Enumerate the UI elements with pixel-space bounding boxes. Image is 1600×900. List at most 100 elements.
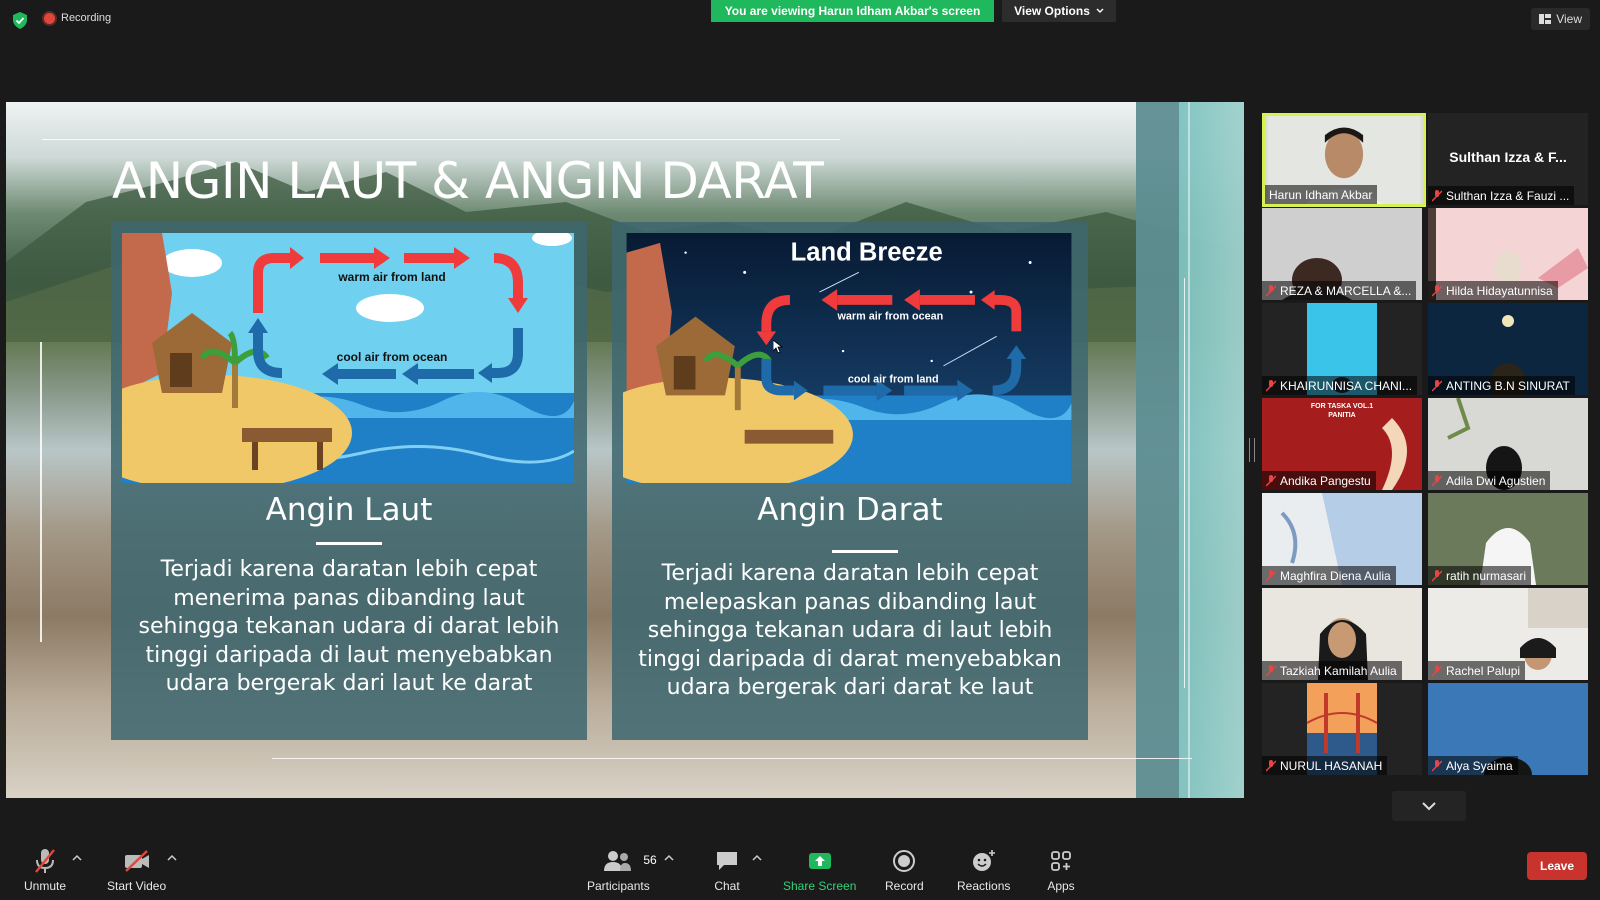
record-dot-icon — [44, 12, 55, 24]
sea-breeze-bottom-label: cool air from ocean — [337, 350, 448, 364]
security-shield-icon[interactable] — [12, 12, 28, 29]
apps-icon — [1046, 848, 1076, 874]
sea-breeze-body: Terjadi karena daratan lebih cepat mener… — [138, 557, 560, 696]
participant-name: Rachel Palupi — [1428, 661, 1526, 680]
participant-tile[interactable]: Harun Idham Akbar — [1262, 113, 1426, 207]
participant-name: ANTING B.N SINURAT — [1428, 376, 1575, 395]
chat-button[interactable]: Chat — [712, 848, 742, 893]
gallery-next-page-button[interactable] — [1392, 791, 1466, 821]
reactions-label: Reactions — [957, 879, 1011, 893]
participant-name: REZA & MARCELLA &... — [1262, 281, 1417, 300]
sea-breeze-card: warm air from land cool air from ocean A… — [111, 222, 587, 740]
mic-muted-icon — [1432, 189, 1442, 201]
video-options-caret-icon[interactable] — [167, 854, 177, 862]
participant-tile[interactable]: FOR TASKA VOL.1 PANITIA Andika Pangestu — [1262, 398, 1422, 490]
sea-breeze-diagram: warm air from land cool air from ocean — [122, 233, 574, 483]
participants-options-caret-icon[interactable] — [664, 854, 674, 862]
participant-name: Adila Dwi Agustien — [1428, 471, 1551, 490]
recording-indicator[interactable]: Recording — [44, 12, 111, 24]
participant-tile[interactable]: KHAIRUNNISA CHANI... — [1262, 303, 1422, 395]
participant-tile[interactable]: Alya Syaima — [1428, 683, 1588, 775]
view-options-button[interactable]: View Options — [1002, 0, 1116, 22]
participant-tile[interactable]: Hilda Hidayatunnisa — [1428, 208, 1588, 300]
unmute-button[interactable]: Unmute — [24, 848, 66, 893]
video-off-icon — [122, 848, 152, 874]
view-button[interactable]: View — [1531, 8, 1590, 30]
land-breeze-card: Land Breeze warm air from ocean cool air… — [612, 222, 1088, 740]
shared-screen-slide: ANGIN LAUT & ANGIN DARAT warm air from l… — [6, 102, 1244, 798]
slide-side-divider — [1188, 102, 1190, 798]
participant-name: Andika Pangestu — [1262, 471, 1376, 490]
participant-tile[interactable]: Sulthan Izza & F... Sulthan Izza & Fauzi… — [1428, 113, 1588, 205]
chevron-down-icon — [1422, 802, 1436, 811]
participants-icon: 56 — [603, 848, 657, 874]
slide-top-rule — [42, 139, 840, 140]
mic-muted-icon — [1432, 569, 1442, 581]
panel-resize-handle[interactable] — [1249, 438, 1255, 462]
participant-name: Tazkiah Kamilah Aulia — [1262, 661, 1402, 680]
mic-muted-icon — [30, 848, 60, 874]
share-screen-label: Share Screen — [783, 879, 857, 893]
share-screen-button[interactable]: Share Screen — [783, 848, 856, 893]
chat-options-caret-icon[interactable] — [752, 854, 762, 862]
participants-count: 56 — [643, 853, 657, 867]
start-video-button[interactable]: Start Video — [107, 848, 166, 893]
mic-muted-icon — [1432, 759, 1442, 771]
mic-muted-icon — [1432, 474, 1442, 486]
record-button[interactable]: Record — [885, 848, 924, 893]
participant-name: ratih nurmasari — [1428, 566, 1532, 585]
audio-options-caret-icon[interactable] — [72, 854, 82, 862]
participant-initial-name: Sulthan Izza & F... — [1449, 149, 1567, 165]
land-breeze-diagram: Land Breeze warm air from ocean cool air… — [623, 233, 1072, 483]
participant-tile[interactable]: REZA & MARCELLA &... — [1262, 208, 1422, 300]
land-breeze-diagram-title: Land Breeze — [791, 239, 943, 267]
participant-tile[interactable]: Rachel Palupi — [1428, 588, 1588, 680]
view-options-label: View Options — [1014, 4, 1090, 18]
start-video-label: Start Video — [107, 879, 167, 893]
participant-tile[interactable]: Maghfira Diena Aulia — [1262, 493, 1422, 585]
participant-name: KHAIRUNNISA CHANI... — [1262, 376, 1418, 395]
land-breeze-underline — [832, 550, 898, 553]
chevron-down-icon — [1096, 8, 1104, 13]
mic-muted-icon — [1432, 664, 1442, 676]
viewing-banner: You are viewing Harun Idham Akbar's scre… — [711, 0, 994, 22]
participant-name: Hilda Hidayatunnisa — [1428, 281, 1558, 300]
participant-tile[interactable]: Adila Dwi Agustien — [1428, 398, 1588, 490]
grid-view-icon — [1539, 14, 1552, 24]
participant-name: Sulthan Izza & Fauzi ... — [1428, 186, 1575, 205]
record-icon — [889, 848, 919, 874]
chat-icon — [712, 848, 742, 874]
slide-side-decoration — [1136, 102, 1244, 798]
leave-button[interactable]: Leave — [1527, 852, 1587, 880]
participant-tile[interactable]: Tazkiah Kamilah Aulia — [1262, 588, 1422, 680]
mic-muted-icon — [1266, 284, 1276, 296]
recording-label: Recording — [61, 12, 112, 24]
share-screen-icon — [805, 848, 835, 874]
participants-button[interactable]: 56 Participants — [587, 848, 657, 893]
participant-name: Maghfira Diena Aulia — [1262, 566, 1396, 585]
apps-button[interactable]: Apps — [1046, 848, 1076, 893]
sea-breeze-top-label: warm air from land — [337, 270, 445, 284]
participant-name: Alya Syaima — [1428, 756, 1518, 775]
mic-muted-icon — [1266, 664, 1276, 676]
mic-muted-icon — [1432, 284, 1442, 296]
participant-name: Harun Idham Akbar — [1265, 185, 1378, 204]
record-label: Record — [885, 879, 924, 893]
participant-tile[interactable]: ANTING B.N SINURAT — [1428, 303, 1588, 395]
land-breeze-top-label: warm air from ocean — [836, 311, 943, 323]
participant-tile[interactable]: ratih nurmasari — [1428, 493, 1588, 585]
land-breeze-bottom-label: cool air from land — [848, 374, 939, 386]
poster-text: FOR TASKA VOL.1 PANITIA — [1310, 403, 1374, 419]
sea-breeze-underline — [316, 542, 382, 545]
reactions-icon — [969, 848, 999, 874]
participant-tile[interactable]: NURUL HASANAH — [1262, 683, 1422, 775]
reactions-button[interactable]: Reactions — [957, 848, 1010, 893]
sea-breeze-heading: Angin Laut — [265, 492, 433, 528]
slide-left-rule — [40, 342, 42, 642]
land-breeze-heading: Angin Darat — [757, 492, 943, 528]
mic-muted-icon — [1266, 474, 1276, 486]
unmute-label: Unmute — [24, 879, 67, 893]
slide-bottom-rule — [272, 758, 1192, 759]
participants-label: Participants — [587, 879, 650, 893]
mouse-cursor-icon — [773, 340, 783, 354]
